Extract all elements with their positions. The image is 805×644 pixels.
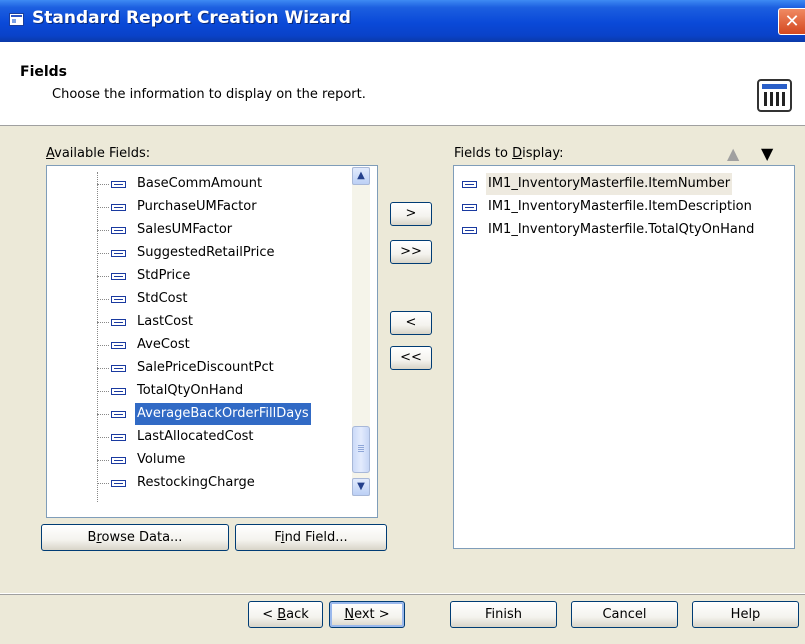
add-all-fields-button[interactable]: >>	[390, 240, 432, 264]
fields-to-display-list[interactable]: IM1_InventoryMasterfile.ItemNumber IM1_I…	[453, 165, 795, 549]
report-table-icon	[757, 79, 792, 112]
scroll-down-icon[interactable]: ▼	[352, 478, 370, 496]
next-button[interactable]: Next >	[329, 601, 405, 628]
tree-connector	[97, 172, 98, 502]
add-field-button[interactable]: >	[390, 202, 432, 226]
vertical-scrollbar[interactable]: ▲ ▼	[352, 167, 370, 496]
scroll-up-icon[interactable]: ▲	[352, 167, 370, 185]
field-icon	[111, 365, 126, 372]
field-icon	[111, 181, 126, 188]
field-icon	[111, 411, 126, 418]
page-subtitle: Choose the information to display on the…	[52, 87, 366, 102]
move-up-icon[interactable]: ▲	[727, 144, 739, 163]
field-icon	[111, 319, 126, 326]
remove-all-fields-button[interactable]: <<	[390, 346, 432, 370]
field-icon	[111, 227, 126, 234]
field-icon	[111, 480, 126, 487]
field-icon	[462, 227, 477, 234]
browse-data-button[interactable]: Browse Data...	[41, 524, 229, 551]
title-bar: Standard Report Creation Wizard ✕	[0, 0, 805, 42]
fields-to-display-label: Fields to Display:	[454, 146, 564, 161]
window-title: Standard Report Creation Wizard	[32, 8, 351, 28]
field-icon	[111, 273, 126, 280]
available-fields-list[interactable]: BaseCommAmount PurchaseUMFactor SalesUMF…	[46, 165, 378, 518]
field-icon	[111, 388, 126, 395]
field-icon	[462, 204, 477, 211]
help-button[interactable]: Help	[692, 601, 799, 628]
field-icon	[462, 181, 477, 188]
field-icon	[111, 457, 126, 464]
back-button[interactable]: < Back	[248, 601, 323, 628]
wizard-header: Fields Choose the information to display…	[0, 42, 805, 126]
scrollbar-thumb[interactable]	[352, 426, 370, 473]
field-icon	[111, 434, 126, 441]
cancel-button[interactable]: Cancel	[571, 601, 678, 628]
wizard-body: Available Fields: BaseCommAmount Purchas…	[0, 126, 805, 594]
finish-button[interactable]: Finish	[450, 601, 557, 628]
field-icon	[111, 342, 126, 349]
close-button[interactable]: ✕	[778, 8, 805, 35]
find-field-button[interactable]: Find Field...	[235, 524, 387, 551]
wizard-footer: < Back Next > Finish Cancel Help	[0, 594, 805, 644]
available-fields-label: Available Fields:	[46, 146, 151, 161]
move-down-icon[interactable]: ▼	[761, 144, 773, 163]
field-icon	[111, 296, 126, 303]
field-icon	[111, 204, 126, 211]
remove-field-button[interactable]: <	[390, 311, 432, 335]
page-title: Fields	[20, 64, 68, 80]
field-icon	[111, 250, 126, 257]
app-window-icon	[9, 13, 24, 26]
